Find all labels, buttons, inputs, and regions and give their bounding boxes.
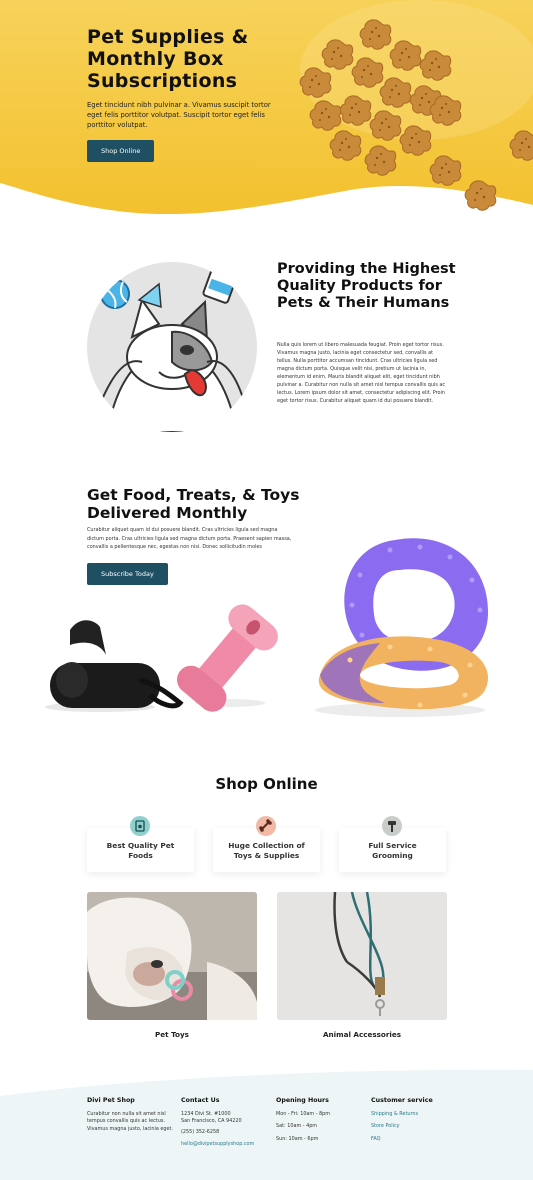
dog-illustration [87, 262, 257, 432]
footer-contact-column: Contact Us 1234 Divi St. #1000 San Franc… [181, 1097, 273, 1154]
feature-card-grooming: Full Service Grooming [339, 816, 446, 872]
kibble-image [299, 19, 533, 211]
footer-shop-column: Divi Pet Shop Curabitur non nulla sit am… [87, 1097, 179, 1133]
footer-service-heading: Customer service [371, 1097, 433, 1104]
pet-toys-label[interactable]: Pet Toys [87, 1030, 257, 1039]
footer-email-link[interactable]: hello@divipetsupplyshop.com [181, 1141, 273, 1148]
rubber-ring-toy-image [315, 538, 489, 717]
feature-card-quality-food: Best Quality Pet Foods [87, 816, 194, 872]
footer-link-store-policy[interactable]: Store Policy [371, 1123, 463, 1130]
feature-label: Full Service Grooming [368, 841, 417, 860]
pet-toys-image[interactable] [87, 892, 257, 1020]
monthly-description: Curabitur aliquet quam id dui posuere bl… [87, 527, 292, 550]
footer-link-shipping[interactable]: Shipping & Returns [371, 1111, 463, 1118]
shop-online-title: Shop Online [215, 775, 318, 793]
quality-description: Nulla quis lorem ut libero malesuada feu… [277, 342, 446, 404]
hero-section: Pet Supplies & Monthly Box Subscriptions… [0, 0, 533, 225]
quality-title: Providing the Highest Quality Products f… [277, 261, 456, 311]
animal-accessories-label[interactable]: Animal Accessories [277, 1030, 447, 1039]
bag-dispenser-and-dumbbell-image [45, 604, 278, 712]
shop-online-button[interactable]: Shop Online [87, 140, 155, 162]
footer-address-line2: San Francisco, CA 94220 [181, 1118, 242, 1125]
monthly-title: Get Food, Treats, & Toys Delivered Month… [87, 486, 300, 522]
hero-description: Eget tincidunt nibh pulvinar a. Vivamus … [87, 101, 271, 129]
feature-label: Best Quality Pet Foods [106, 841, 175, 860]
footer-hours-saturday: Sat: 10am - 4pm [276, 1123, 318, 1130]
footer-hours-heading: Opening Hours [276, 1097, 329, 1104]
hero-title: Pet Supplies & Monthly Box Subscriptions [87, 26, 249, 92]
footer-hours-weekdays: Mon - Fri: 10am - 8pm [276, 1111, 331, 1117]
food-bag-icon [130, 816, 150, 836]
feature-label: Huge Collection of Toys & Supplies [228, 841, 305, 860]
bone-toy-icon [256, 816, 276, 836]
footer-shop-heading: Divi Pet Shop [87, 1097, 135, 1104]
footer-contact-heading: Contact Us [181, 1097, 220, 1104]
footer-shop-text: Curabitur non nulla sit amet nisl tempus… [87, 1111, 174, 1132]
footer-phone: (255) 352-6258 [181, 1128, 220, 1135]
footer-hours-column: Opening Hours Mon - Fri: 10am - 8pm Sat:… [276, 1097, 368, 1146]
footer-service-column: Customer service Shipping & Returns Stor… [371, 1097, 463, 1148]
footer-address-line1: 1234 Divi St. #1000 [181, 1111, 231, 1117]
animal-accessories-image[interactable] [277, 892, 447, 1020]
footer-link-faq[interactable]: FAQ [371, 1136, 463, 1143]
feature-card-toys-supplies: Huge Collection of Toys & Supplies [213, 816, 320, 872]
subscribe-today-button[interactable]: Subscribe Today [87, 563, 168, 585]
grooming-brush-icon [382, 816, 402, 836]
footer-hours-sunday: Sun: 10am - 6pm [276, 1135, 319, 1142]
